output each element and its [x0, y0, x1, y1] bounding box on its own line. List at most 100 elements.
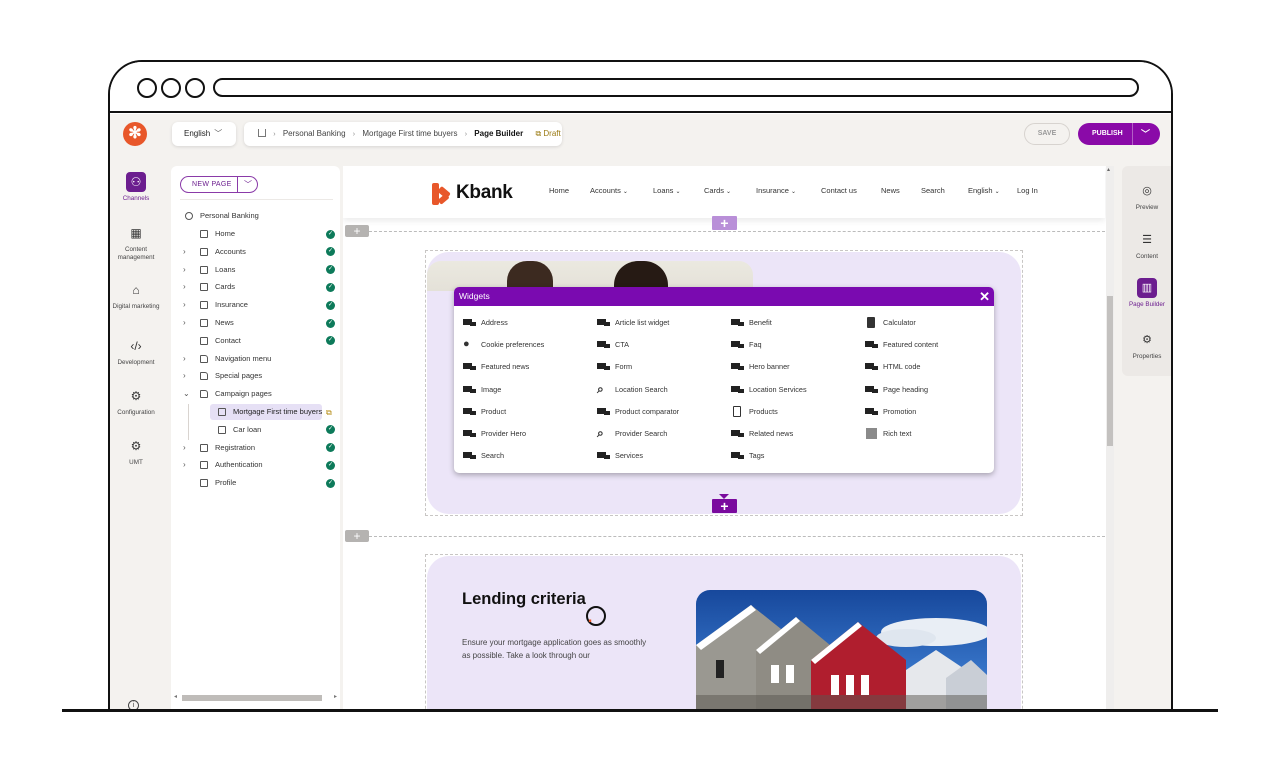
chevron-right-icon[interactable]: › — [183, 244, 186, 260]
tree-node[interactable]: › Navigation menu — [183, 351, 333, 367]
rail-item-umt[interactable]: ⚙ UMT — [110, 436, 162, 467]
add-row-button[interactable]: + — [345, 225, 369, 237]
rail-item-configuration[interactable]: ⚙ Configuration — [110, 386, 162, 417]
rail-label: Development — [117, 359, 155, 366]
nav-label: Accounts — [590, 186, 621, 195]
add-row-button[interactable]: + — [345, 530, 369, 542]
tree-node[interactable]: › Special pages — [183, 368, 333, 384]
widget-icon — [731, 319, 744, 327]
new-page-button[interactable]: NEW PAGE ﹀ — [180, 176, 258, 193]
site-nav-item[interactable]: Contact us — [821, 186, 857, 195]
rail-item-digital-marketing[interactable]: ⌂ Digital marketing — [110, 280, 162, 311]
chevron-right-icon[interactable]: › — [183, 279, 186, 295]
chevron-right-icon[interactable]: › — [183, 262, 186, 278]
site-nav-item[interactable]: Insurance ⌄ — [756, 186, 796, 195]
add-widget-button[interactable]: + — [712, 499, 737, 513]
rail-label: Content — [1135, 253, 1159, 260]
divider — [1132, 123, 1133, 145]
vertical-scrollbar[interactable]: ▴ ▾ — [1106, 166, 1114, 711]
widget-label: Faq — [749, 340, 762, 350]
site-header[interactable]: Kbank Home Accounts ⌄ Loans ⌄ Cards ⌄ Insurance… — [343, 166, 1105, 218]
chevron-down-icon[interactable]: ⌄ — [183, 386, 190, 402]
rail-item-content[interactable]: ☰ Content — [1122, 230, 1171, 260]
tree-node[interactable]: Mortgage First time buyers — [183, 404, 333, 420]
close-icon[interactable]: ✕ — [979, 288, 990, 305]
heading-text: Lending criteria — [462, 590, 586, 608]
site-nav-item[interactable]: Home — [549, 186, 569, 195]
chevron-right-icon: › — [273, 131, 276, 138]
divider — [180, 199, 333, 200]
chevron-right-icon[interactable]: › — [183, 440, 186, 456]
lending-body-text: Ensure your mortgage application goes as… — [462, 638, 647, 660]
home-icon[interactable] — [258, 129, 266, 137]
tree-node[interactable]: Car loan — [183, 422, 333, 438]
chevron-right-icon: › — [352, 131, 356, 138]
language-selector[interactable]: English ﹀ — [172, 122, 236, 146]
tree-node[interactable]: › Accounts — [183, 244, 333, 260]
rail-item-content-management[interactable]: ▦ Content management — [110, 223, 162, 261]
breadcrumb-item[interactable]: Mortgage First time buyers — [362, 129, 457, 138]
scroll-right-icon[interactable]: ▸ — [334, 693, 337, 700]
widget-label: Provider Search — [615, 429, 668, 438]
site-nav-item[interactable]: News — [881, 186, 900, 195]
widget-label: Product — [481, 406, 507, 416]
tree-node-label: Authentication — [215, 460, 263, 470]
site-nav-item[interactable]: Loans ⌄ — [653, 186, 680, 195]
add-section-button[interactable]: + — [712, 216, 737, 230]
site-nav-item[interactable]: Search — [921, 186, 945, 195]
tree-node[interactable]: ⌄ Campaign pages — [183, 386, 333, 402]
rail-item-preview[interactable]: ◎ Preview — [1122, 181, 1171, 211]
status-label: Draft — [543, 129, 561, 138]
rail-item-properties[interactable]: ⚙ Properties — [1122, 330, 1171, 360]
widget-label: Tags — [749, 451, 765, 461]
widget-icon — [463, 430, 476, 438]
tree-node[interactable]: › Authentication — [183, 457, 333, 473]
list-icon — [731, 405, 744, 417]
widget-icon — [865, 407, 878, 416]
site-nav-item[interactable]: Accounts ⌄ — [590, 186, 628, 195]
rail-item-development[interactable]: ‹/› Development — [110, 336, 162, 367]
chevron-right-icon[interactable]: › — [183, 368, 186, 384]
chevron-right-icon[interactable]: › — [183, 457, 186, 473]
folder-icon — [200, 372, 208, 381]
scrollbar-thumb[interactable] — [182, 695, 322, 701]
published-check-icon: ✓ — [326, 460, 335, 470]
publish-options-chevron-icon[interactable]: ﹀ — [1141, 123, 1150, 145]
site-nav-item[interactable]: Cards ⌄ — [704, 186, 731, 195]
site-nav-item[interactable]: Log In — [1017, 186, 1038, 195]
horizontal-scrollbar[interactable]: ◂ ▸ — [174, 694, 337, 702]
tree-node[interactable]: › Registration — [183, 440, 333, 456]
chevron-down-icon: ⌄ — [726, 189, 732, 195]
url-bar[interactable] — [213, 78, 1139, 97]
chevron-down-icon[interactable]: ﹀ — [244, 177, 252, 192]
search-icon: ⌕ — [597, 381, 604, 396]
breadcrumb-item[interactable]: Personal Banking — [283, 129, 346, 138]
new-page-label: NEW PAGE — [192, 181, 232, 188]
tree-node[interactable]: › Insurance — [183, 297, 333, 313]
tree-node[interactable]: › News — [183, 315, 333, 331]
rail-item-page-builder[interactable]: ▥ Page Builder — [1122, 278, 1171, 308]
site-nav-item[interactable]: English ⌄ — [968, 186, 1000, 195]
scrollbar-thumb[interactable] — [1107, 296, 1113, 446]
nav-label: Insurance — [756, 186, 789, 195]
chevron-right-icon[interactable]: › — [183, 297, 186, 313]
chevron-right-icon[interactable]: › — [183, 315, 186, 331]
scroll-up-icon[interactable]: ▴ — [1107, 166, 1110, 173]
chevron-right-icon[interactable]: › — [183, 351, 186, 367]
tree-node[interactable]: › Cards — [183, 279, 333, 295]
published-check-icon: ✓ — [326, 336, 335, 346]
tree-node[interactable]: › Loans — [183, 262, 333, 278]
rail-label: UMT — [129, 459, 143, 466]
rail-item-channels[interactable]: ⚇ Channels — [110, 172, 162, 203]
nav-label: English — [968, 186, 993, 195]
publish-button[interactable]: PUBLISH ﹀ — [1078, 123, 1160, 145]
tree-guide-line — [188, 404, 189, 440]
nav-label: Loans — [653, 186, 674, 195]
save-button[interactable]: SAVE — [1024, 123, 1070, 145]
tree-node[interactable]: Profile — [183, 475, 333, 491]
frame-baseline — [62, 709, 1218, 712]
tree-node[interactable]: Contact — [183, 333, 333, 349]
app-logo-icon[interactable]: ✻ — [123, 122, 147, 146]
scroll-left-icon[interactable]: ◂ — [174, 693, 177, 700]
tree-node[interactable]: Home — [183, 226, 333, 242]
